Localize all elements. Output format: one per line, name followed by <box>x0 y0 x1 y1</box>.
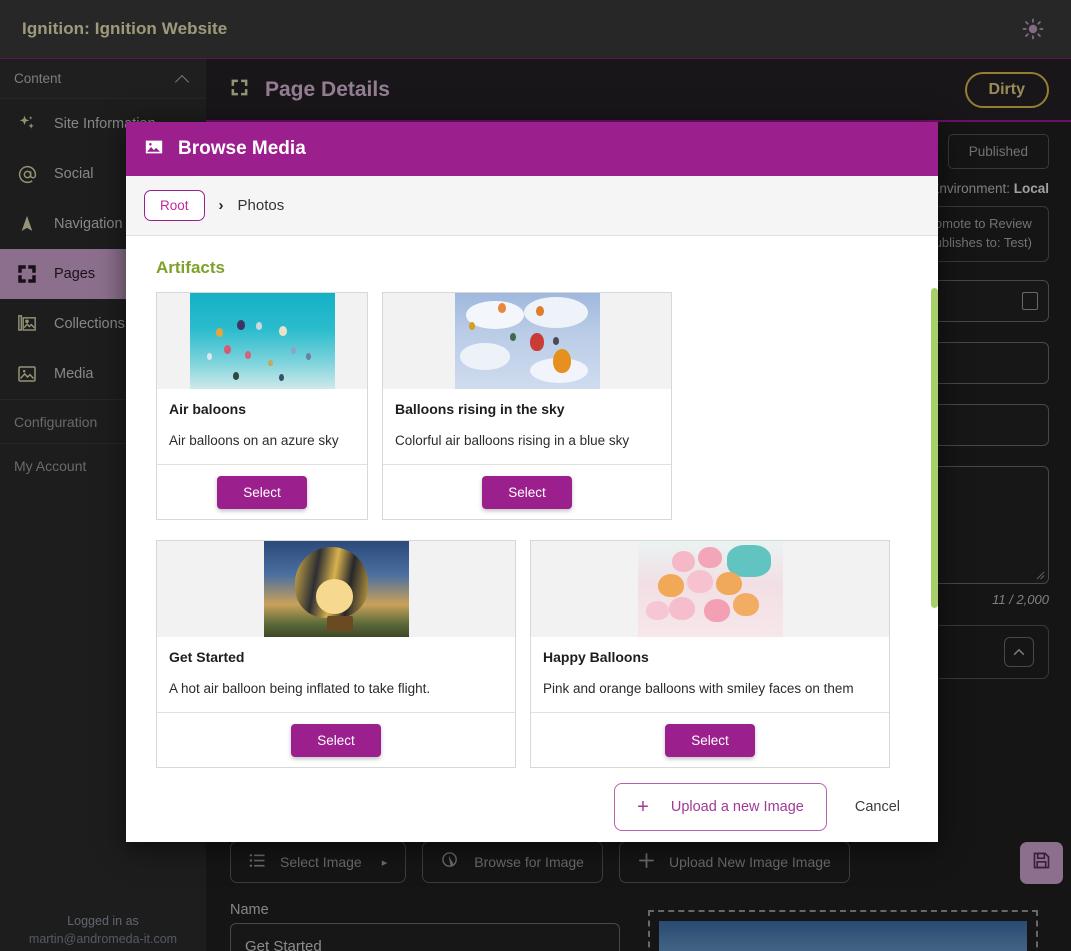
modal-body: Artifacts Air baloons Air balloons on an… <box>126 236 938 772</box>
card-footer: Select <box>157 712 515 767</box>
card-title: Balloons rising in the sky <box>395 401 565 417</box>
media-card[interactable]: Get Started A hot air balloon being infl… <box>156 540 516 768</box>
media-card[interactable]: Happy Balloons Pink and orange balloons … <box>530 540 890 768</box>
card-title: Get Started <box>169 649 245 665</box>
media-card-grid: Air baloons Air balloons on an azure sky… <box>144 292 920 768</box>
modal-title: Browse Media <box>178 138 306 159</box>
thumbnail-image <box>189 293 335 389</box>
card-footer: Select <box>531 712 889 767</box>
breadcrumb: Root › Photos <box>126 176 938 236</box>
breadcrumb-root-button[interactable]: Root <box>144 190 205 221</box>
breadcrumb-current: Photos <box>237 197 285 214</box>
media-card[interactable]: Balloons rising in the sky Colorful air … <box>382 292 672 520</box>
select-button[interactable]: Select <box>217 475 307 509</box>
card-body: Get Started A hot air balloon being infl… <box>157 637 515 712</box>
modal-footer: + Upload a new Image Cancel <box>126 772 938 842</box>
modal-scrollbar[interactable] <box>931 236 938 772</box>
select-button[interactable]: Select <box>291 723 381 757</box>
card-thumbnail <box>157 293 367 389</box>
plus-icon: + <box>637 796 649 818</box>
card-body: Balloons rising in the sky Colorful air … <box>383 389 671 464</box>
media-card[interactable]: Air baloons Air balloons on an azure sky… <box>156 292 368 520</box>
select-button[interactable]: Select <box>482 475 572 509</box>
thumbnail-image <box>454 293 600 389</box>
card-description: Colorful air balloons rising in a blue s… <box>395 433 630 448</box>
section-title-artifacts: Artifacts <box>156 258 225 277</box>
card-thumbnail <box>531 541 889 637</box>
thumbnail-image <box>637 541 783 637</box>
chevron-right-icon: › <box>218 197 224 214</box>
modal-header: Browse Media <box>126 122 938 176</box>
card-description: Pink and orange balloons with smiley fac… <box>543 681 854 696</box>
upload-button-label: Upload a new Image <box>670 799 804 815</box>
card-thumbnail <box>157 541 515 637</box>
browse-media-modal: Browse Media Root › Photos Artifacts Air… <box>126 122 938 842</box>
card-thumbnail <box>383 293 671 389</box>
cancel-button[interactable]: Cancel <box>837 786 918 828</box>
select-button[interactable]: Select <box>665 723 755 757</box>
card-description: A hot air balloon being inflated to take… <box>169 681 431 696</box>
card-title: Air baloons <box>169 401 247 417</box>
card-title: Happy Balloons <box>543 649 649 665</box>
card-footer: Select <box>383 464 671 519</box>
card-footer: Select <box>157 464 367 519</box>
scrollbar-thumb[interactable] <box>931 288 938 608</box>
upload-new-image-button[interactable]: + Upload a new Image <box>614 783 827 831</box>
image-icon <box>144 137 164 162</box>
card-body: Happy Balloons Pink and orange balloons … <box>531 637 889 712</box>
card-description: Air balloons on an azure sky <box>169 433 339 448</box>
thumbnail-image <box>263 541 409 637</box>
card-body: Air baloons Air balloons on an azure sky <box>157 389 367 464</box>
